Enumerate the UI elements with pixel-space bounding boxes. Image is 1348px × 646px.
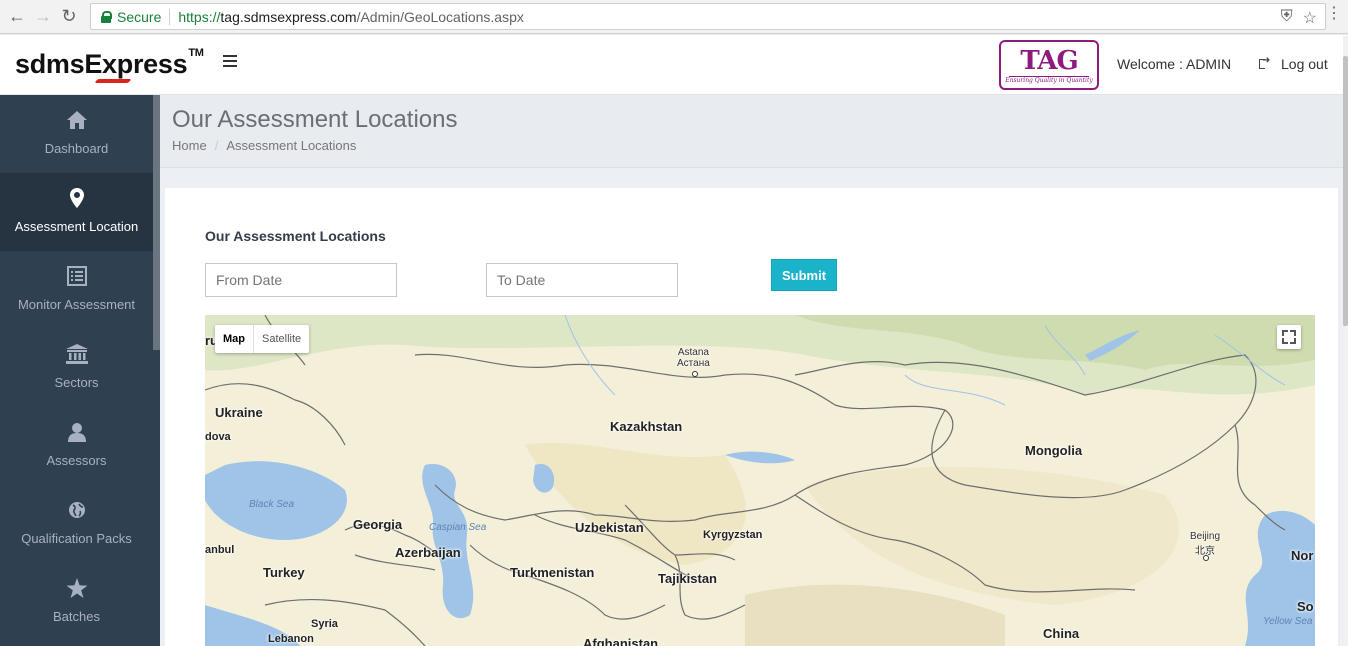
sdms-logo[interactable]: sdmsExpressTM xyxy=(15,47,204,83)
logout-link[interactable]: Log out xyxy=(1259,55,1328,72)
locations-panel: Our Assessment Locations Submit xyxy=(165,188,1338,646)
map-label-astana-cyrillic: Астана xyxy=(677,358,710,369)
bookmark-star-icon[interactable]: ☆ xyxy=(1303,8,1317,28)
page-title: Our Assessment Locations xyxy=(172,106,458,133)
map-label-ukraine: Ukraine xyxy=(215,405,263,420)
url-scheme: https:// xyxy=(178,8,221,25)
breadcrumb-separator: / xyxy=(214,138,219,153)
map-label-uzbekistan: Uzbekistan xyxy=(575,520,644,535)
secure-label: Secure xyxy=(117,8,162,25)
fullscreen-icon[interactable] xyxy=(1277,325,1301,349)
sidebar-item-monitor-assessment[interactable]: Monitor Assessment xyxy=(0,251,153,329)
map-label-kazakhstan: Kazakhstan xyxy=(610,419,683,434)
institution-icon xyxy=(0,343,153,365)
map-label-lebanon: Lebanon xyxy=(268,633,314,645)
sidebar-item-label: Assessment Location xyxy=(14,219,139,234)
geo-map[interactable]: ru Astana Астана Ukraine dova Kazakhstan… xyxy=(205,315,1315,646)
reload-icon[interactable]: ↻ xyxy=(56,4,82,30)
breadcrumb-current: Assessment Locations xyxy=(226,138,357,153)
sidebar-scrollbar[interactable] xyxy=(153,95,160,350)
lock-icon xyxy=(101,10,112,23)
map-label-turkmenistan: Turkmenistan xyxy=(510,565,595,580)
page-scrollbar[interactable] xyxy=(1343,36,1348,646)
sidebar-item-label: Qualification Packs xyxy=(21,531,132,546)
map-label-afghanistan: Afghanistan xyxy=(583,636,659,646)
globe-icon xyxy=(0,499,153,521)
submit-button[interactable]: Submit xyxy=(771,259,837,291)
breadcrumb-home[interactable]: Home xyxy=(172,138,207,153)
map-label-beijing-latin: Beijing xyxy=(1190,531,1221,542)
sidebar-item-label: Dashboard xyxy=(44,141,109,156)
list-alt-icon xyxy=(0,265,153,287)
sidebar-item-label: Assessors xyxy=(46,453,107,468)
map-label-tajikistan: Tajikistan xyxy=(658,571,718,586)
map-label-kyrgyzstan: Kyrgyzstan xyxy=(703,529,763,541)
back-arrow-icon[interactable]: ← xyxy=(4,4,30,30)
to-date-input[interactable] xyxy=(486,263,678,297)
logo-text-start: sdmsE xyxy=(15,49,103,79)
map-label-china: China xyxy=(1043,626,1080,641)
home-icon xyxy=(0,109,153,131)
map-label-azerbaijan: Azerbaijan xyxy=(395,545,461,560)
map-label-syria: Syria xyxy=(311,618,338,630)
sidebar: Dashboard Assessment Location Monitor As… xyxy=(0,95,160,646)
breadcrumb: Home / Assessment Locations xyxy=(172,138,356,153)
logo-swoosh xyxy=(94,79,132,83)
map-label-south-korea: So xyxy=(1297,599,1314,614)
sidebar-item-qualification-packs[interactable]: Qualification Packs xyxy=(0,485,153,563)
browser-toolbar: ← → ↻ Secure https://tag.sdmsexpress.com… xyxy=(0,0,1348,34)
partner-logo-tagline: Ensuring Quality in Quantity xyxy=(1005,77,1093,84)
sidebar-item-sectors[interactable]: Sectors xyxy=(0,329,153,407)
map-type-map-button[interactable]: Map xyxy=(215,325,254,353)
url-host: tag.sdmsexpress.com xyxy=(220,8,357,25)
sidebar-item-label: Batches xyxy=(53,609,100,624)
map-label-north-korea: Nor xyxy=(1291,548,1314,563)
sidebar-item-batches[interactable]: Batches xyxy=(0,563,153,641)
map-marker-icon xyxy=(0,187,153,209)
partner-logo-text: TAG xyxy=(1020,46,1078,76)
menu-toggle-icon[interactable] xyxy=(223,55,237,67)
popup-blocked-icon[interactable]: ⛨ xyxy=(1281,8,1293,28)
sidebar-item-assessment-location[interactable]: Assessment Location xyxy=(0,173,153,251)
map-label-turkey: Turkey xyxy=(263,565,305,580)
beijing-marker xyxy=(1203,555,1209,561)
logo-text-end: press xyxy=(116,49,188,79)
partner-logo: TAG Ensuring Quality in Quantity xyxy=(999,40,1099,90)
sidebar-item-assessors[interactable]: Assessors xyxy=(0,407,153,485)
map-label-astana: Astana Астана xyxy=(677,347,710,369)
astana-marker xyxy=(692,371,698,377)
map-label-mongolia: Mongolia xyxy=(1025,443,1083,458)
app-header: sdmsExpressTM TAG Ensuring Quality in Qu… xyxy=(0,35,1348,95)
page-scrollbar-thumb[interactable] xyxy=(1343,56,1348,326)
sidebar-item-label: Sectors xyxy=(54,375,99,390)
address-separator xyxy=(169,8,171,25)
logo-trademark: TM xyxy=(188,47,204,59)
map-label-yellow-sea: Yellow Sea xyxy=(1263,616,1313,627)
map-label-georgia: Georgia xyxy=(353,517,403,532)
logout-label: Log out xyxy=(1281,56,1328,72)
panel-title: Our Assessment Locations xyxy=(205,228,386,244)
welcome-text: Welcome : ADMIN xyxy=(1117,56,1232,72)
star-icon xyxy=(0,577,153,599)
map-label-beijing: Beijing 北京 xyxy=(1190,531,1220,557)
address-bar[interactable]: Secure https://tag.sdmsexpress.com/Admin… xyxy=(90,3,1326,30)
map-canvas xyxy=(205,315,1315,646)
map-label-moldova: dova xyxy=(205,431,231,443)
sidebar-item-dashboard[interactable]: Dashboard xyxy=(0,95,153,173)
map-label-caspian-sea: Caspian Sea xyxy=(429,522,487,533)
map-label-black-sea: Black Sea xyxy=(249,499,295,510)
url-path: /Admin/GeoLocations.aspx xyxy=(356,8,524,25)
browser-menu-icon[interactable]: ⋮ xyxy=(1326,6,1342,22)
user-icon xyxy=(0,421,153,443)
map-type-satellite-button[interactable]: Satellite xyxy=(254,325,309,353)
map-type-control: Map Satellite xyxy=(215,325,310,353)
map-label-astana-latin: Astana xyxy=(677,347,709,358)
map-label-istanbul: anbul xyxy=(205,544,235,556)
from-date-input[interactable] xyxy=(205,263,397,297)
logo-text-x: x xyxy=(102,49,117,79)
sidebar-item-label: Monitor Assessment xyxy=(17,297,136,312)
sign-out-icon xyxy=(1259,55,1271,69)
forward-arrow-icon[interactable]: → xyxy=(30,4,56,30)
page-header: Our Assessment Locations Home / Assessment… xyxy=(160,95,1343,168)
